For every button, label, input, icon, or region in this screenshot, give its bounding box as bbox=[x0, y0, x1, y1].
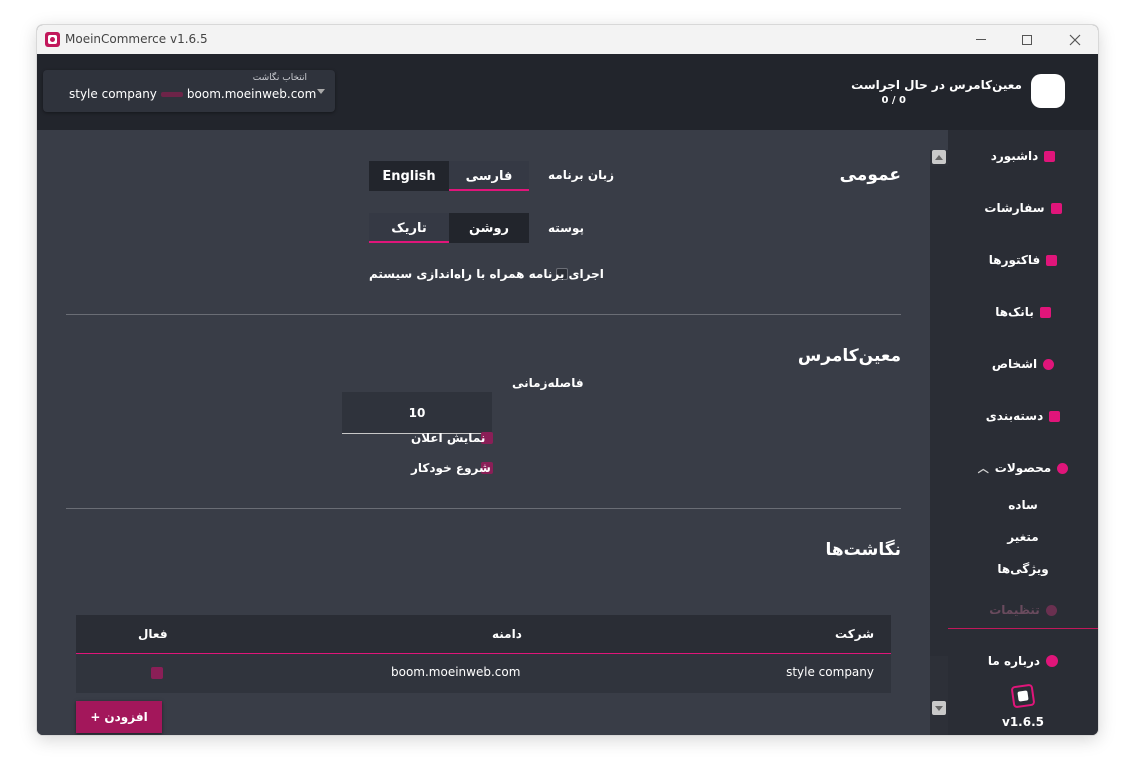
status-title: معین‌کامرس در حال اجراست bbox=[851, 78, 1022, 92]
scrollbar[interactable] bbox=[930, 150, 948, 735]
blogs-table: شرکت دامنه فعال style company boom.moein… bbox=[76, 615, 891, 693]
info-icon bbox=[1046, 655, 1059, 667]
column-company: شرکت bbox=[835, 627, 874, 641]
dashboard-icon bbox=[1044, 150, 1056, 162]
sidebar-item-orders[interactable]: سفارشات bbox=[948, 182, 1098, 234]
sidebar-item-invoices[interactable]: فاکتورها bbox=[948, 234, 1098, 286]
section-divider bbox=[66, 314, 901, 315]
settings-panel: عمومی زبان برنامه English فارسی پوسته تا… bbox=[37, 130, 948, 735]
sidebar-item-label: سفارشات bbox=[984, 201, 1045, 215]
sidebar-item-label: بانک‌ها bbox=[995, 305, 1034, 319]
sidebar-item-banks[interactable]: بانک‌ها bbox=[948, 286, 1098, 338]
gear-icon bbox=[1045, 604, 1057, 616]
category-icon bbox=[1049, 410, 1061, 422]
column-active: فعال bbox=[138, 627, 168, 641]
theme-toggle[interactable]: تاریک روشن bbox=[369, 213, 529, 243]
close-button[interactable] bbox=[1052, 25, 1098, 54]
app-version: v1.6.5 bbox=[1002, 715, 1044, 729]
app-window: MoeinCommerce v1.6.5 انتخاب نگاشت style … bbox=[37, 25, 1098, 735]
maximize-button[interactable] bbox=[1004, 25, 1050, 54]
person-icon bbox=[1043, 358, 1055, 370]
sidebar-item-label: اشخاص bbox=[991, 357, 1038, 371]
separator-icon bbox=[160, 92, 183, 97]
add-button-label: افزودن bbox=[104, 710, 148, 724]
language-toggle[interactable]: English فارسی bbox=[369, 161, 529, 191]
sidebar-subitem-variable[interactable]: متغیر bbox=[948, 522, 1098, 552]
autostart-label: اجرای برنامه همراه با راه‌اندازی سیستم bbox=[369, 267, 604, 281]
column-domain: دامنه bbox=[492, 627, 522, 641]
status-count: 0 / 0 bbox=[881, 95, 906, 106]
blog-select-value: style company boom.moeinweb.com bbox=[69, 87, 316, 101]
blog-company: style company bbox=[69, 87, 157, 101]
orders-icon bbox=[1050, 202, 1062, 214]
blogs-section-title: نگاشت‌ها bbox=[825, 540, 901, 560]
sidebar-item-label: داشبورد bbox=[990, 149, 1039, 163]
sidebar-item-label: درباره ما bbox=[987, 654, 1041, 668]
sidebar-item-label: محصولات bbox=[994, 461, 1052, 475]
sidebar-item-persons[interactable]: اشخاص bbox=[948, 338, 1098, 390]
moein-section-title: معین‌کامرس bbox=[797, 346, 901, 366]
cell-company: style company bbox=[786, 665, 874, 679]
theme-option-dark[interactable]: تاریک bbox=[369, 213, 449, 243]
sidebar-item-label: دسته‌بندی bbox=[985, 409, 1044, 423]
sidebar-subitem-simple[interactable]: ساده bbox=[948, 490, 1098, 520]
theme-label: پوسته bbox=[548, 221, 585, 235]
general-section-title: عمومی bbox=[839, 165, 901, 185]
section-divider bbox=[66, 508, 901, 509]
minimize-button[interactable] bbox=[958, 25, 1004, 54]
blog-select-caption: انتخاب نگاشت bbox=[252, 73, 307, 83]
notify-label: نمایش اعلان bbox=[411, 431, 486, 445]
language-option-farsi[interactable]: فارسی bbox=[449, 161, 529, 191]
sidebar-item-label: فاکتورها bbox=[988, 253, 1041, 267]
scroll-down-button[interactable] bbox=[932, 701, 946, 715]
title-bar: MoeinCommerce v1.6.5 bbox=[37, 25, 1098, 54]
active-checkbox[interactable] bbox=[151, 667, 163, 679]
plus-icon: + bbox=[90, 710, 101, 724]
interval-label: فاصله‌زمانی bbox=[512, 376, 584, 390]
app-logo-icon bbox=[45, 32, 60, 47]
window-title: MoeinCommerce v1.6.5 bbox=[65, 32, 208, 46]
sidebar-subitem-attributes[interactable]: ویژگی‌ها bbox=[948, 554, 1098, 584]
sidebar-item-dashboard[interactable]: داشبورد bbox=[948, 130, 1098, 182]
sidebar-item-label: تنظیمات bbox=[989, 603, 1040, 617]
bank-icon bbox=[1039, 306, 1051, 318]
blog-select[interactable]: انتخاب نگاشت style company boom.moeinweb.… bbox=[43, 70, 335, 112]
app-header: انتخاب نگاشت style company boom.moeinweb.… bbox=[37, 54, 1098, 130]
chevron-down-icon bbox=[317, 89, 325, 94]
language-option-english[interactable]: English bbox=[369, 161, 449, 191]
sidebar: داشبورد سفارشات فاکتورها بانک‌ها اشخاص د… bbox=[948, 130, 1098, 735]
table-header: شرکت دامنه فعال bbox=[76, 615, 891, 654]
scroll-up-button[interactable] bbox=[932, 150, 946, 164]
sidebar-divider bbox=[948, 628, 1098, 629]
interval-input[interactable]: 10 bbox=[342, 392, 492, 434]
sidebar-item-categories[interactable]: دسته‌بندی bbox=[948, 390, 1098, 442]
sidebar-item-products[interactable]: محصولات ︿ bbox=[948, 442, 1098, 494]
language-label: زبان برنامه bbox=[548, 168, 615, 182]
autorun-label: شروع خودکار bbox=[411, 461, 491, 475]
scroll-track[interactable] bbox=[930, 166, 948, 656]
avatar bbox=[1031, 74, 1065, 108]
theme-option-light[interactable]: روشن bbox=[449, 213, 529, 243]
table-row[interactable]: style company boom.moeinweb.com bbox=[76, 654, 891, 693]
add-blog-button[interactable]: افزودن + bbox=[76, 701, 162, 733]
invoice-icon bbox=[1046, 254, 1058, 266]
brand-logo-icon bbox=[1010, 683, 1036, 709]
product-icon bbox=[1057, 462, 1069, 474]
close-icon bbox=[1069, 34, 1081, 45]
cell-domain: boom.moeinweb.com bbox=[391, 665, 521, 679]
blog-domain: boom.moeinweb.com bbox=[186, 87, 317, 101]
sidebar-item-about[interactable]: درباره ما bbox=[948, 650, 1098, 672]
chevron-up-icon: ︿ bbox=[977, 462, 989, 475]
